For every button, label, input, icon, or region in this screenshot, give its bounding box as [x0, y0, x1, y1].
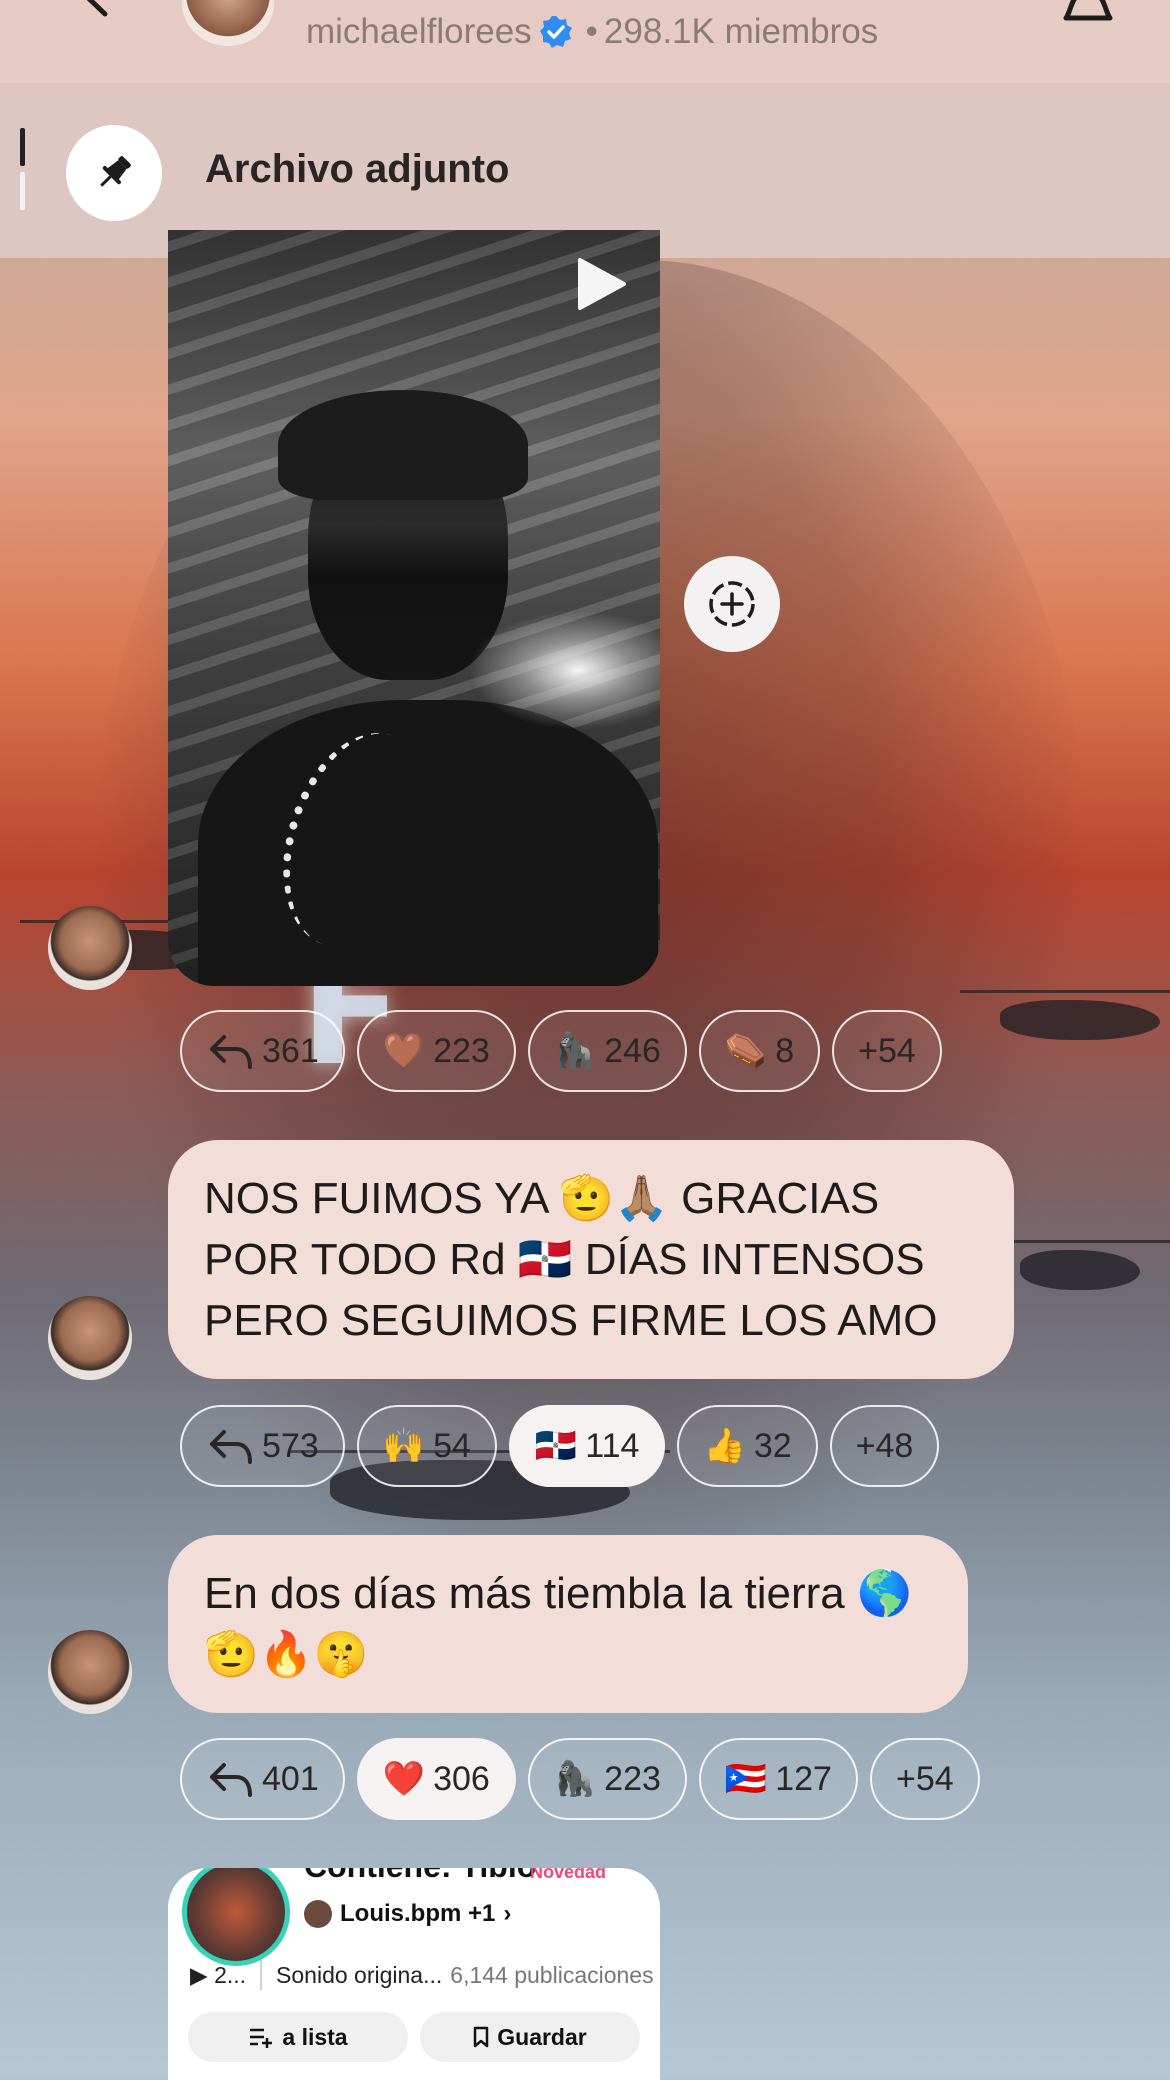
more-reactions-chip[interactable]: +54	[832, 1010, 942, 1092]
new-badge: Novedad	[530, 1868, 607, 1882]
shared-sound-card[interactable]: Contiene: Tibio Novedad Louis.bpm +1 › ▶…	[168, 1868, 660, 2080]
chevron-right-icon: ›	[503, 1900, 512, 1927]
reaction-emoji: 🙌	[382, 1426, 426, 1466]
reaction-emoji: 🇵🇷	[724, 1759, 768, 1799]
pin-button[interactable]	[66, 125, 162, 221]
pinned-label: Archivo adjunto	[205, 147, 510, 191]
pinned-indicator	[20, 128, 25, 214]
separator-dot: •	[585, 12, 598, 51]
message-bubble[interactable]: En dos días más tiembla la tierra 🌎 🫡🔥🤫	[168, 1535, 968, 1713]
post-count: 6,144 publicaciones	[450, 1961, 654, 1988]
save-label: Guardar	[497, 2023, 587, 2050]
reply-arrow-icon	[210, 1763, 252, 1797]
add-to-story-button[interactable]	[684, 556, 780, 652]
play-icon[interactable]	[570, 254, 630, 314]
sound-meta-row: ▶ 2... Sonido origina... 6,144 publicaci…	[190, 1960, 654, 1990]
reply-chip[interactable]: 401	[180, 1738, 345, 1820]
sound-thumbnail[interactable]	[182, 1868, 290, 1966]
back-arrow-icon[interactable]	[60, 0, 110, 30]
sound-name[interactable]: Sonido origina...	[276, 1962, 442, 1989]
add-circle-icon	[709, 581, 755, 627]
reaction-count: 306	[433, 1759, 490, 1798]
reaction-chip[interactable]: 🦍 223	[527, 1738, 687, 1820]
reaction-count: 361	[262, 1031, 319, 1070]
bookmark-icon	[474, 2026, 489, 2048]
author-avatar	[304, 1900, 332, 1928]
reaction-emoji: 🦍	[553, 1759, 597, 1799]
message-bubble[interactable]: NOS FUIMOS YA 🫡🙏🏽 GRACIAS POR TODO Rd 🇩🇴…	[168, 1140, 1014, 1379]
reaction-count: 223	[604, 1759, 661, 1798]
more-reactions-chip[interactable]: +54	[869, 1738, 980, 1820]
add-to-list-icon	[250, 2028, 273, 2048]
verified-badge-icon	[539, 16, 572, 48]
sound-title: Contiene: Tibio	[304, 1868, 536, 1885]
reaction-emoji: 🇩🇴	[534, 1426, 578, 1466]
reply-arrow-icon	[210, 1430, 252, 1464]
reaction-count: 223	[433, 1031, 490, 1070]
reply-arrow-icon	[210, 1035, 252, 1069]
channel-subtitle[interactable]: michaelflorees • 298.1K miembros	[306, 12, 878, 52]
reaction-count: 401	[262, 1759, 319, 1798]
reaction-emoji: 🤎	[382, 1031, 426, 1071]
reaction-count: 32	[753, 1426, 792, 1465]
reaction-chip[interactable]: ⚰️ 8	[698, 1010, 821, 1092]
reply-chip[interactable]: 361	[180, 1010, 345, 1092]
pin-icon	[100, 156, 131, 187]
channel-name: michaelflorees	[306, 12, 532, 51]
sender-avatar[interactable]	[48, 906, 132, 990]
reaction-chip[interactable]: 🇵🇷 127	[698, 1738, 858, 1820]
bell-icon[interactable]	[1058, 0, 1118, 36]
sender-avatar[interactable]	[48, 1630, 132, 1714]
sender-avatar[interactable]	[48, 1296, 132, 1380]
reaction-chip[interactable]: 🦍 246	[527, 1010, 687, 1092]
sound-actions: a lista Guardar	[188, 2012, 640, 2062]
reaction-chip[interactable]: 🤎 223	[356, 1010, 516, 1092]
more-reactions-chip[interactable]: +48	[829, 1405, 940, 1487]
play-small-icon: ▶	[190, 1961, 215, 1988]
play-count: 2...	[214, 1961, 247, 1988]
add-to-list-button[interactable]: a lista	[188, 2012, 408, 2062]
member-count: 298.1K miembros	[603, 12, 879, 51]
reaction-count: 573	[262, 1426, 319, 1465]
reaction-chip[interactable]: 🇩🇴 114	[508, 1405, 666, 1487]
video-subject	[278, 390, 528, 500]
reaction-emoji: ⚰️	[724, 1031, 768, 1071]
sound-author[interactable]: Louis.bpm +1 ›	[304, 1900, 511, 1928]
background-helicopter	[980, 1240, 1170, 1290]
reaction-count: 246	[604, 1031, 661, 1070]
reaction-emoji: ❤️	[382, 1759, 426, 1799]
save-button[interactable]: Guardar	[420, 2012, 640, 2062]
reaction-count: 8	[775, 1031, 795, 1070]
reaction-bar: 573 🙌 54 🇩🇴 114 👍 32 +48	[180, 1405, 940, 1487]
message-text: En dos días más tiembla la tierra 🌎 🫡🔥🤫	[204, 1569, 912, 1679]
reaction-count: +54	[895, 1759, 954, 1798]
reaction-emoji: 👍	[703, 1426, 746, 1466]
message-text: NOS FUIMOS YA 🫡🙏🏽 GRACIAS POR TODO Rd 🇩🇴…	[204, 1174, 938, 1345]
reaction-chip[interactable]: 🙌 54	[356, 1405, 497, 1487]
reaction-count: 127	[775, 1759, 832, 1798]
channel-header: michaelflorees • 298.1K miembros	[0, 0, 1170, 83]
reply-chip[interactable]: 573	[180, 1405, 345, 1487]
divider	[260, 1960, 263, 1990]
channel-avatar[interactable]	[182, 0, 274, 46]
reaction-count: 114	[585, 1426, 640, 1465]
author-name: Louis.bpm +1	[340, 1900, 496, 1927]
reaction-count: +54	[858, 1031, 916, 1070]
reaction-bar: 361 🤎 223 🦍 246 ⚰️ 8 +54	[180, 1010, 942, 1092]
reaction-count: 54	[433, 1426, 471, 1465]
video-attachment[interactable]	[168, 230, 660, 986]
background-helicopter	[960, 990, 1170, 1040]
reaction-emoji: 🦍	[553, 1031, 597, 1071]
reaction-chip[interactable]: ❤️ 306	[356, 1738, 516, 1820]
reaction-count: +48	[855, 1426, 914, 1465]
reaction-bar: 401 ❤️ 306 🦍 223 🇵🇷 127 +54	[180, 1738, 980, 1820]
reaction-chip[interactable]: 👍 32	[677, 1405, 818, 1487]
add-to-list-label: a lista	[282, 2023, 348, 2050]
